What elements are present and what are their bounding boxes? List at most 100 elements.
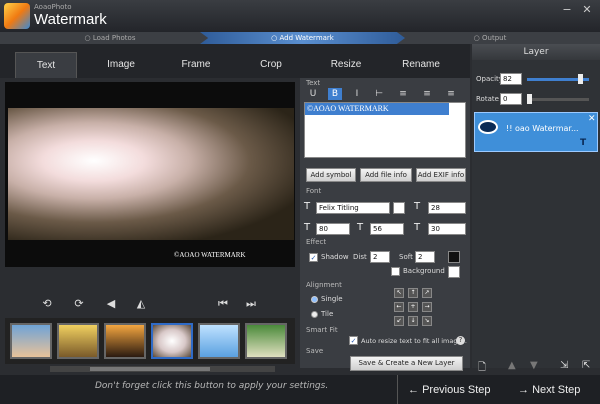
alignment-grid: ↖ ↑ ↗ ← + → ↙ ↓ ↘ — [394, 288, 434, 328]
dist-label: Dist — [353, 253, 367, 261]
background-color-picker[interactable] — [448, 266, 460, 278]
text-width-icon: T — [304, 222, 311, 233]
opacity-label: Opacity — [476, 75, 503, 83]
align-top-left-button[interactable]: ↖ — [394, 288, 404, 298]
dist-field[interactable]: 2 — [370, 251, 390, 263]
align-bottom-right-button[interactable]: ↘ — [422, 316, 432, 326]
font-color-picker[interactable] — [393, 202, 405, 214]
thumbnail-scrollbar[interactable] — [50, 366, 275, 372]
text-section-title: Text — [306, 79, 321, 87]
rotate-left-icon[interactable]: ⟲ — [39, 296, 55, 312]
next-step-label: Next Step — [532, 384, 581, 396]
font-size-select[interactable]: 28 — [428, 202, 466, 214]
opacity-slider-handle[interactable] — [578, 74, 583, 84]
align-top-button[interactable]: ↑ — [408, 288, 418, 298]
footer-divider — [397, 375, 398, 404]
import-layer-icon[interactable]: ⇲ — [560, 360, 568, 371]
tab-resize[interactable]: Resize — [315, 52, 377, 78]
align-center-icon[interactable]: ≡ — [420, 88, 434, 100]
align-left-icon[interactable]: ≡ — [396, 88, 410, 100]
opacity-field[interactable]: 82 — [500, 73, 522, 85]
tab-rename[interactable]: Rename — [390, 52, 452, 78]
align-center-button[interactable]: + — [408, 302, 418, 312]
tab-crop[interactable]: Crop — [240, 52, 302, 78]
align-bottom-left-button[interactable]: ↙ — [394, 316, 404, 326]
shadow-checkbox[interactable]: ✓ — [309, 253, 318, 262]
rotate-slider[interactable] — [527, 98, 589, 101]
effect-section-title: Effect — [306, 238, 327, 246]
export-layer-icon[interactable]: ⇱ — [582, 360, 590, 371]
text-spacing-field[interactable]: 30 — [428, 223, 466, 235]
layer-panel-title: Layer — [472, 44, 600, 60]
auto-resize-checkbox[interactable]: ✓ — [349, 336, 358, 345]
single-label: Single — [321, 295, 343, 303]
align-right-button[interactable]: → — [422, 302, 432, 312]
thumbnail[interactable] — [245, 323, 287, 359]
add-file-info-button[interactable]: Add file info — [360, 168, 412, 182]
rotate-field[interactable]: 0 — [500, 93, 522, 105]
layer-close-icon[interactable]: ✕ — [588, 114, 596, 124]
underline-icon[interactable]: U — [306, 88, 320, 100]
font-section-title: Font — [306, 187, 322, 195]
help-icon[interactable]: ? — [456, 336, 465, 345]
thumbnail[interactable] — [198, 323, 240, 359]
add-symbol-button[interactable]: Add symbol — [306, 168, 356, 182]
next-arrow-icon: → — [518, 384, 529, 396]
close-button[interactable]: ✕ — [580, 4, 594, 16]
next-step-button[interactable]: → Next Step — [518, 378, 580, 402]
layer-up-icon[interactable]: ▲ — [508, 360, 516, 371]
tile-radio[interactable] — [311, 311, 318, 318]
shadow-label: Shadow — [321, 253, 349, 261]
auto-resize-label: Auto resize text to fit all images. — [361, 337, 467, 345]
rotate-right-icon[interactable]: ⟳ — [71, 296, 87, 312]
previous-step-button[interactable]: ← Previous Step — [408, 378, 491, 402]
flip-horizontal-icon[interactable]: ◀ — [103, 296, 119, 312]
text-width-field[interactable]: 80 — [316, 223, 350, 235]
step-add-watermark[interactable]: ○ Add Watermark — [200, 32, 405, 44]
font-family-select[interactable]: Felix Titling — [316, 202, 390, 214]
thumbnail[interactable] — [57, 323, 99, 359]
tile-label: Tile — [321, 310, 334, 318]
align-right-icon[interactable]: ≡ — [444, 88, 458, 100]
align-left-button[interactable]: ← — [394, 302, 404, 312]
rotate-slider-handle[interactable] — [527, 94, 532, 104]
tab-image[interactable]: Image — [90, 52, 152, 78]
save-create-layer-button[interactable]: Save & Create a New Layer — [350, 356, 463, 371]
thumbnail[interactable] — [10, 323, 52, 359]
shadow-color-picker[interactable] — [448, 251, 460, 263]
preview-photo[interactable] — [8, 108, 294, 240]
soft-field[interactable]: 2 — [415, 251, 435, 263]
align-bottom-button[interactable]: ↓ — [408, 316, 418, 326]
text-spacing-icon: T — [414, 222, 421, 233]
soft-label: Soft — [399, 253, 413, 261]
visibility-eye-icon[interactable] — [478, 120, 498, 134]
minimize-button[interactable]: − — [560, 4, 574, 16]
alignment-section-title: Alignment — [306, 281, 342, 289]
tab-frame[interactable]: Frame — [165, 52, 227, 78]
thumbnail[interactable] — [104, 323, 146, 359]
bold-icon[interactable]: B — [328, 88, 342, 100]
add-exif-info-button[interactable]: Add EXIF info — [416, 168, 466, 182]
tab-text[interactable]: Text — [15, 52, 77, 78]
watermark-text-value[interactable]: ©AOAO WATERMARK — [305, 103, 449, 115]
step-output[interactable]: ○ Output — [420, 32, 560, 44]
background-checkbox[interactable] — [391, 267, 400, 276]
save-section-title: Save — [306, 347, 324, 355]
preview-controls: ⟲ ⟳ ◀ ◭ ⏮ ⏭ — [5, 290, 295, 320]
step-load-photos[interactable]: ○ Load Photos — [40, 32, 180, 44]
flip-vertical-icon[interactable]: ◭ — [133, 296, 149, 312]
text-height-field[interactable]: 56 — [370, 223, 404, 235]
thumbnail-selected[interactable] — [151, 323, 193, 359]
layer-down-icon[interactable]: ▼ — [530, 360, 538, 371]
strike-icon[interactable]: ⊢ — [372, 88, 386, 100]
text-layer-icon: T — [580, 138, 587, 148]
italic-icon[interactable]: I — [350, 88, 364, 100]
app-logo — [4, 3, 30, 29]
previous-image-icon[interactable]: ⏮ — [215, 296, 231, 312]
watermark-preview-text[interactable]: ©AOAO WATERMARK — [174, 251, 246, 259]
single-radio[interactable] — [311, 296, 318, 303]
align-top-right-button[interactable]: ↗ — [422, 288, 432, 298]
tab-bar: Text Image Frame Crop Resize Rename — [0, 44, 470, 78]
next-image-icon[interactable]: ⏭ — [243, 296, 259, 312]
app-subtitle: AoaoPhoto — [34, 3, 72, 11]
